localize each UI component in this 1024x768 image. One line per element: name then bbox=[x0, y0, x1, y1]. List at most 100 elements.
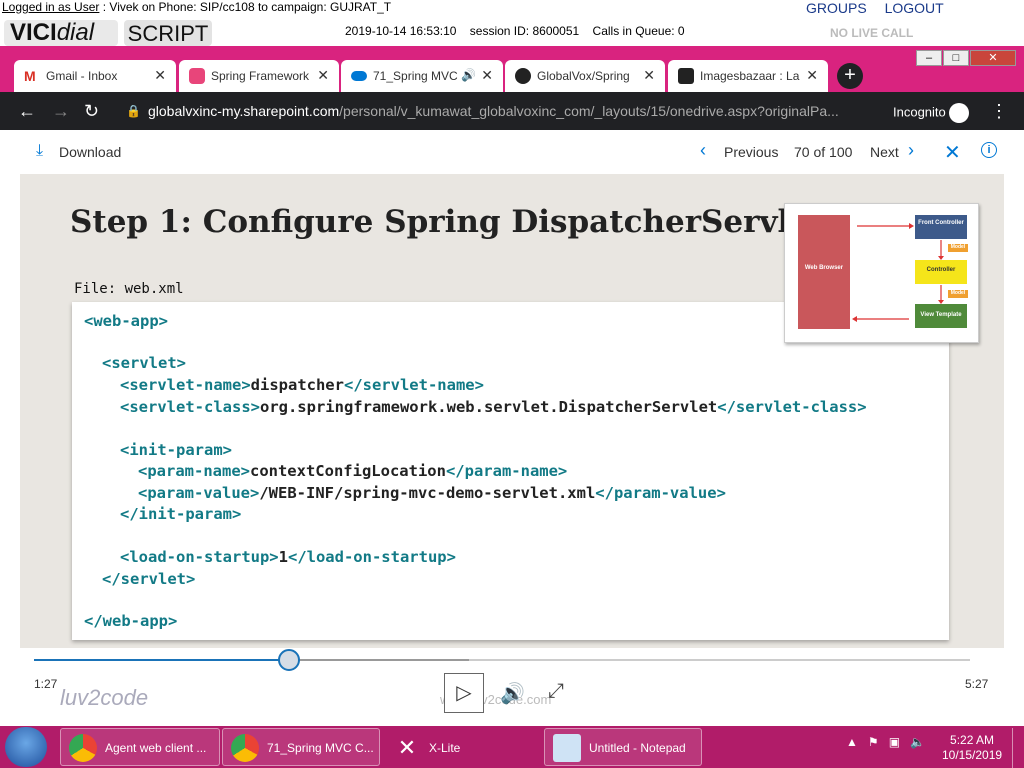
tab-gmail[interactable]: M Gmail - Inbox ✕ bbox=[14, 60, 176, 92]
clock[interactable]: 5:22 AM 10/15/2019 bbox=[942, 733, 1002, 763]
clock-time: 5:22 AM bbox=[950, 733, 995, 747]
tab-71-spring-mvc[interactable]: 71_Spring MVC 🔊 ✕ bbox=[341, 60, 503, 92]
datetime: 2019-10-14 16:53:10 bbox=[345, 24, 457, 38]
tab-label: Spring Framework bbox=[211, 69, 310, 83]
audio-playing-icon: 🔊 bbox=[461, 68, 476, 82]
network-icon[interactable]: ▣ bbox=[889, 735, 900, 749]
seek-progress bbox=[34, 659, 289, 661]
volume-icon[interactable]: 🔊 bbox=[500, 681, 525, 706]
download-button[interactable]: Download bbox=[59, 144, 121, 160]
x-lite-icon: ✕ bbox=[397, 735, 417, 760]
tab-imagesbazaar[interactable]: Imagesbazaar : La ✕ bbox=[668, 60, 828, 92]
watermark-logo: luv2code bbox=[60, 685, 149, 710]
tab-github[interactable]: GlobalVox/Spring ✕ bbox=[505, 60, 665, 92]
logged-in-link[interactable]: Logged in as User bbox=[2, 0, 99, 14]
spring-icon bbox=[189, 68, 205, 84]
live-call-status: NO LIVE CALL bbox=[830, 26, 914, 40]
taskbar-item-71-spring-mvc[interactable]: 71_Spring MVC C... bbox=[222, 728, 380, 766]
fullscreen-icon[interactable]: ⤢ bbox=[548, 680, 564, 703]
code-line: <servlet-class>org.springframework.web.s… bbox=[120, 398, 867, 416]
address-bar[interactable]: 🔒 globalvxinc-my.sharepoint.com/personal… bbox=[120, 98, 876, 124]
taskbar-label: X-Lite bbox=[429, 741, 461, 755]
tab-spring-framework[interactable]: Spring Framework ✕ bbox=[179, 60, 339, 92]
lock-icon: 🔒 bbox=[126, 104, 141, 118]
close-tab-icon[interactable]: ✕ bbox=[643, 67, 655, 84]
github-icon bbox=[515, 68, 531, 84]
file-label: File: web.xml bbox=[74, 281, 184, 297]
groups-link[interactable]: GROUPS bbox=[806, 0, 867, 16]
new-tab-button[interactable]: + bbox=[837, 63, 863, 89]
current-time: 1:27 bbox=[34, 677, 58, 691]
clock-date: 10/15/2019 bbox=[942, 748, 1003, 762]
incognito-icon bbox=[949, 103, 970, 123]
play-button[interactable]: ▷ bbox=[444, 673, 484, 713]
close-viewer-icon[interactable]: ✕ bbox=[944, 140, 961, 165]
duration: 5:27 bbox=[965, 677, 989, 691]
url-host: globalvxinc-my.sharepoint.com bbox=[148, 103, 340, 119]
chrome-icon bbox=[69, 734, 97, 762]
taskbar-label: 71_Spring MVC C... bbox=[267, 741, 374, 755]
next-icon[interactable]: › bbox=[908, 140, 914, 161]
calls-in-queue: Calls in Queue: 0 bbox=[592, 24, 685, 38]
url-path: /personal/v_kumawat_globalvoxinc_com/_la… bbox=[339, 103, 839, 119]
logout-link[interactable]: LOGOUT bbox=[885, 0, 944, 16]
tab-label: Gmail - Inbox bbox=[46, 69, 118, 83]
tab-label: Imagesbazaar : La bbox=[700, 69, 800, 83]
system-tray: ▲ ⚑ ▣ 🔈 bbox=[846, 735, 925, 749]
viewer-toolbar: ⤓ Download ‹ Previous 70 of 100 Next › ✕… bbox=[0, 130, 1024, 174]
mvc-diagram-thumbnail: Web Browser Front Controller Model Contr… bbox=[784, 203, 979, 343]
taskbar-item-x-lite[interactable]: ✕ X-Lite bbox=[384, 728, 540, 766]
close-tab-icon[interactable]: ✕ bbox=[154, 67, 166, 84]
vicidial-logo: VICIdial bbox=[4, 20, 118, 46]
code-line: <param-value>/WEB-INF/spring-mvc-demo-se… bbox=[138, 484, 726, 502]
code-line: <init-param> bbox=[120, 441, 232, 459]
play-icon: ▷ bbox=[456, 682, 472, 704]
menu-icon[interactable]: ⋮ bbox=[990, 101, 1008, 122]
page-counter: 70 of 100 bbox=[794, 144, 853, 160]
reload-icon[interactable]: ↻ bbox=[84, 101, 99, 122]
code-line: </servlet> bbox=[102, 570, 196, 588]
taskbar-item-agent-web-client[interactable]: Agent web client ... bbox=[60, 728, 220, 766]
taskbar-label: Agent web client ... bbox=[105, 741, 207, 755]
tray-expand-icon[interactable]: ▲ bbox=[846, 735, 858, 749]
previous-button[interactable]: Previous bbox=[724, 144, 778, 160]
code-line: <servlet-name>dispatcher</servlet-name> bbox=[120, 376, 484, 394]
download-icon[interactable]: ⤓ bbox=[36, 142, 43, 160]
code-line: </init-param> bbox=[120, 505, 242, 523]
logo-bold: VICI bbox=[10, 19, 57, 46]
user-phone-campaign: : Vivek on Phone: SIP/cc108 to campaign:… bbox=[99, 0, 392, 14]
forward-icon[interactable]: → bbox=[52, 101, 70, 122]
back-icon[interactable]: ← bbox=[18, 101, 36, 122]
gmail-icon: M bbox=[24, 68, 40, 84]
seek-handle[interactable] bbox=[278, 649, 300, 671]
diagram-arrows bbox=[852, 223, 944, 322]
buffer-bar bbox=[289, 659, 469, 661]
taskbar-item-notepad[interactable]: Untitled - Notepad bbox=[544, 728, 702, 766]
script-tab[interactable]: SCRIPT bbox=[124, 20, 212, 46]
incognito-indicator: Incognito bbox=[893, 103, 970, 123]
top-links: GROUPS LOGOUT bbox=[806, 0, 958, 16]
onedrive-icon bbox=[351, 71, 367, 81]
show-desktop-button[interactable] bbox=[1012, 728, 1024, 768]
close-tab-icon[interactable]: ✕ bbox=[806, 67, 818, 84]
tab-label: GlobalVox/Spring bbox=[537, 69, 630, 83]
slide-title: Step 1: Configure Spring DispatcherServl… bbox=[70, 204, 824, 240]
speaker-icon[interactable]: 🔈 bbox=[910, 735, 925, 749]
previous-icon[interactable]: ‹ bbox=[700, 140, 706, 161]
logo-italic: dial bbox=[56, 19, 95, 46]
close-window-button[interactable]: ✕ bbox=[970, 50, 1016, 66]
action-center-icon[interactable]: ⚑ bbox=[868, 735, 879, 749]
next-button[interactable]: Next bbox=[870, 144, 899, 160]
notepad-icon bbox=[553, 734, 581, 762]
maximize-button[interactable]: □ bbox=[943, 50, 969, 66]
session-id: session ID: 8600051 bbox=[469, 24, 580, 38]
close-tab-icon[interactable]: ✕ bbox=[481, 67, 493, 84]
start-button[interactable] bbox=[5, 727, 47, 767]
code-line: <web-app> bbox=[84, 312, 168, 330]
imagesbazaar-icon bbox=[678, 68, 694, 84]
tab-label: 71_Spring MVC bbox=[373, 69, 458, 83]
minimize-button[interactable]: – bbox=[916, 50, 942, 66]
close-tab-icon[interactable]: ✕ bbox=[317, 67, 329, 84]
info-icon[interactable]: i bbox=[981, 142, 997, 158]
incognito-label: Incognito bbox=[893, 104, 946, 120]
